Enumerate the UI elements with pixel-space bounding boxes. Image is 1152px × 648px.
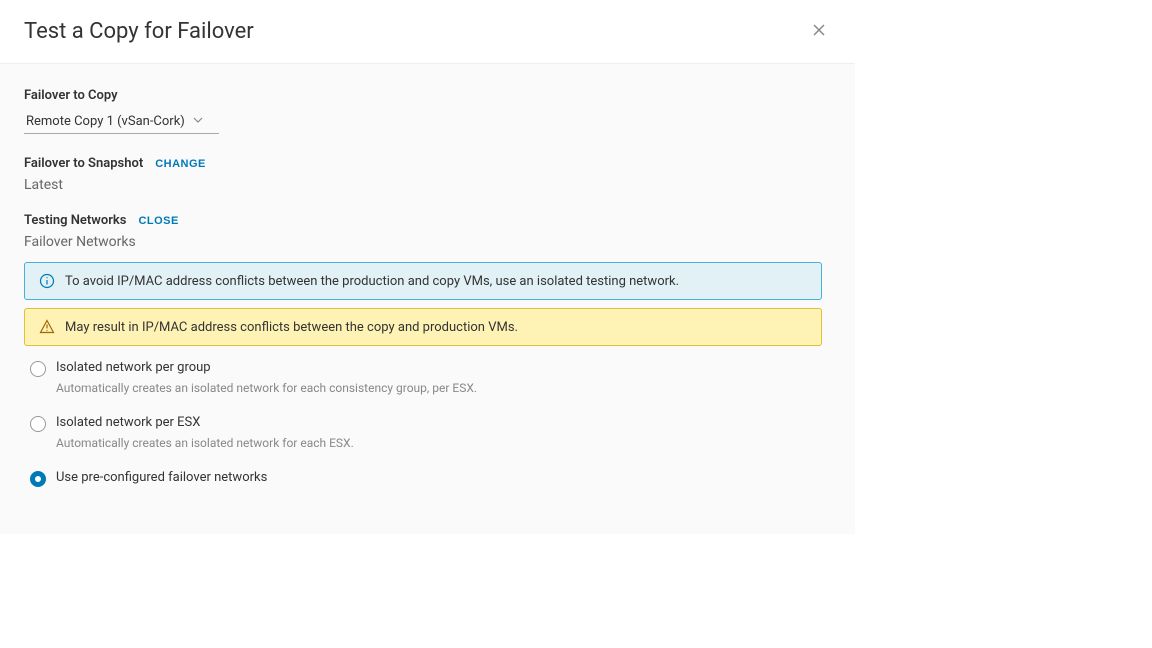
- radio-isolated-per-group[interactable]: Isolated network per group Automatically…: [30, 360, 831, 407]
- radio-label: Isolated network per group: [56, 360, 477, 375]
- modal-body[interactable]: Failover to Copy Remote Copy 1 (vSan-Cor…: [0, 64, 855, 534]
- chevron-down-icon: [193, 113, 203, 129]
- failover-snapshot-header: Failover to Snapshot Change: [24, 156, 831, 171]
- modal-test-copy-failover: Test a Copy for Failover Failover to Cop…: [0, 0, 855, 534]
- testing-networks-label: Testing Networks: [24, 213, 126, 228]
- radio-label: Use pre-configured failover networks: [56, 470, 267, 485]
- info-alert: To avoid IP/MAC address conflicts betwee…: [24, 262, 822, 300]
- radio-text: Isolated network per group Automatically…: [56, 360, 477, 407]
- radio-label: Isolated network per ESX: [56, 415, 354, 430]
- warning-alert: May result in IP/MAC address conflicts b…: [24, 308, 822, 346]
- radio-indicator: [30, 471, 46, 487]
- testing-networks-header: Testing Networks Close: [24, 213, 831, 228]
- modal-body-wrapper: Failover to Copy Remote Copy 1 (vSan-Cor…: [0, 63, 855, 534]
- radio-text: Isolated network per ESX Automatically c…: [56, 415, 354, 462]
- modal-title: Test a Copy for Failover: [24, 19, 254, 44]
- failover-snapshot-label: Failover to Snapshot: [24, 156, 143, 171]
- radio-desc: Automatically creates an isolated networ…: [56, 381, 477, 395]
- radio-indicator: [30, 416, 46, 432]
- info-alert-text: To avoid IP/MAC address conflicts betwee…: [65, 274, 679, 289]
- radio-preconfigured[interactable]: Use pre-configured failover networks: [30, 470, 831, 487]
- close-networks-button[interactable]: Close: [138, 215, 178, 227]
- failover-snapshot-value: Latest: [24, 177, 831, 193]
- modal-header: Test a Copy for Failover: [0, 0, 855, 63]
- failover-copy-label: Failover to Copy: [24, 88, 831, 103]
- radio-desc: Automatically creates an isolated networ…: [56, 436, 354, 450]
- network-radio-group: Isolated network per group Automatically…: [24, 360, 831, 487]
- overflow-spacer: [24, 487, 831, 534]
- close-icon: [811, 22, 827, 41]
- change-snapshot-button[interactable]: Change: [155, 158, 206, 170]
- failover-copy-select[interactable]: Remote Copy 1 (vSan-Cork): [24, 109, 219, 134]
- radio-indicator: [30, 361, 46, 377]
- warning-alert-text: May result in IP/MAC address conflicts b…: [65, 320, 518, 335]
- failover-copy-value: Remote Copy 1 (vSan-Cork): [26, 114, 185, 129]
- failover-networks-subheading: Failover Networks: [24, 234, 831, 250]
- warning-icon: [39, 319, 55, 335]
- close-button[interactable]: [807, 18, 831, 45]
- info-icon: [39, 273, 55, 289]
- radio-isolated-per-esx[interactable]: Isolated network per ESX Automatically c…: [30, 415, 831, 462]
- radio-text: Use pre-configured failover networks: [56, 470, 267, 485]
